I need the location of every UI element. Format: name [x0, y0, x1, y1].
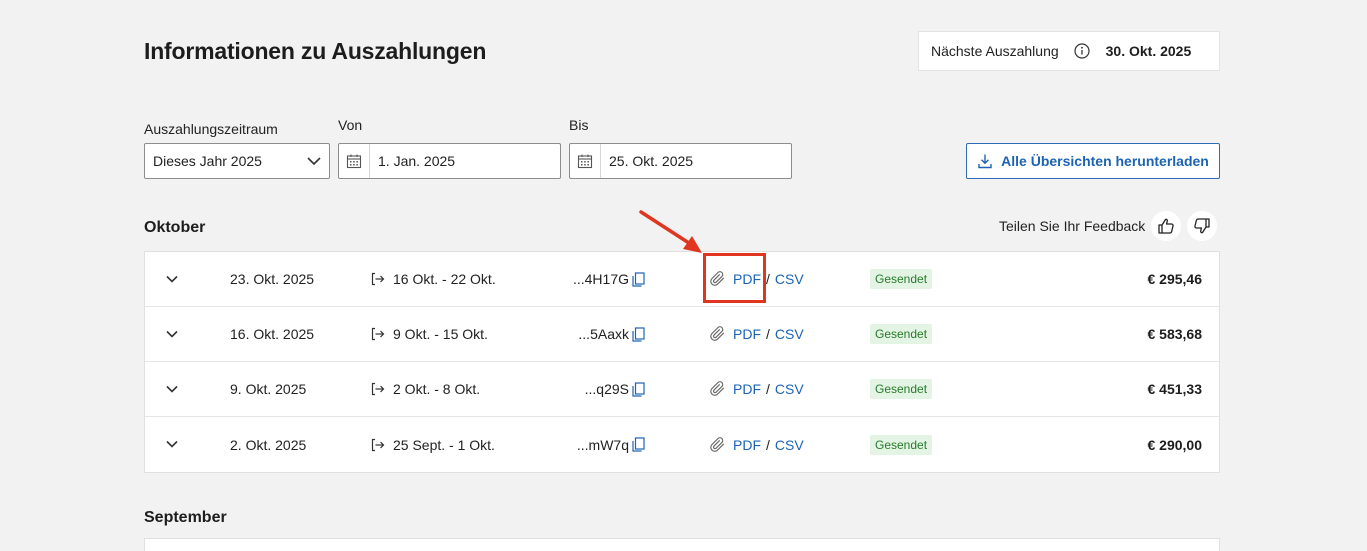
copy-icon[interactable] — [632, 437, 645, 455]
download-all-button[interactable]: Alle Übersichten herunterladen — [966, 143, 1220, 179]
payout-files: PDF / CSV — [710, 417, 804, 472]
payout-page: Informationen zu Auszahlungen Nächste Au… — [0, 0, 1367, 551]
period-arrow-icon — [371, 382, 385, 396]
payout-reference-text: ...q29S — [584, 381, 629, 397]
payout-period: 2 Okt. - 8 Okt. — [371, 362, 480, 416]
payout-reference: ...5Aaxk — [578, 307, 645, 361]
calendar-icon[interactable] — [570, 144, 601, 178]
paperclip-icon — [710, 436, 726, 453]
payout-table-oktober: 23. Okt. 2025 16 Okt. - 22 Okt. ...4H17G… — [144, 251, 1220, 473]
next-payout-label: Nächste Auszahlung — [931, 43, 1059, 59]
payout-amount: € 295,46 — [1147, 271, 1203, 287]
status-badge: Gesendet — [870, 434, 933, 455]
status-badge: Gesendet — [870, 269, 933, 289]
payout-date: 16. Okt. 2025 — [230, 326, 315, 342]
payout-period: 25 Sept. - 1 Okt. — [371, 417, 495, 472]
status-cell: Gesendet — [870, 417, 933, 472]
status-cell: Gesendet — [870, 362, 933, 416]
period-arrow-icon — [371, 438, 385, 452]
to-label: Bis — [569, 117, 589, 133]
payout-period-text: 25 Sept. - 1 Okt. — [393, 436, 495, 453]
csv-link[interactable]: CSV — [775, 381, 804, 397]
feedback-label: Teilen Sie Ihr Feedback — [999, 218, 1146, 234]
payout-files: PDF / CSV — [710, 362, 804, 416]
payout-reference-text: ...5Aaxk — [578, 326, 629, 342]
status-badge: Gesendet — [870, 324, 933, 344]
csv-link[interactable]: CSV — [775, 271, 804, 287]
payout-period-text: 16 Okt. - 22 Okt. — [393, 271, 496, 287]
table-row[interactable]: 16. Okt. 2025 9 Okt. - 15 Okt. ...5Aaxk … — [145, 307, 1219, 362]
payout-date: 23. Okt. 2025 — [230, 271, 315, 287]
status-cell: Gesendet — [870, 307, 933, 361]
payout-period-text: 9 Okt. - 15 Okt. — [393, 326, 488, 342]
csv-link[interactable]: CSV — [775, 326, 804, 342]
table-row[interactable]: 9. Okt. 2025 2 Okt. - 8 Okt. ...q29S PDF… — [145, 362, 1219, 417]
thumbs-up-icon[interactable] — [1151, 211, 1182, 241]
to-date-input[interactable]: 25. Okt. 2025 — [569, 143, 792, 179]
section-title-oktober: Oktober — [144, 219, 206, 236]
payout-date: 2. Okt. 2025 — [230, 436, 307, 453]
paperclip-icon — [710, 271, 726, 287]
copy-icon[interactable] — [632, 327, 645, 345]
download-icon — [977, 153, 993, 169]
payout-amount: € 451,33 — [1147, 381, 1203, 397]
expand-chevron-icon[interactable] — [165, 362, 179, 416]
payout-files: PDF / CSV — [710, 307, 804, 361]
payout-period: 9 Okt. - 15 Okt. — [371, 307, 488, 361]
paperclip-icon — [710, 381, 726, 397]
csv-link[interactable]: CSV — [775, 437, 804, 453]
status-badge: Gesendet — [870, 379, 933, 399]
calendar-icon[interactable] — [339, 144, 370, 178]
expand-chevron-icon[interactable] — [165, 307, 179, 361]
link-separator: / — [766, 271, 770, 287]
payout-reference-text: ...4H17G — [572, 271, 629, 287]
paperclip-icon — [710, 326, 726, 342]
table-row[interactable]: 23. Okt. 2025 16 Okt. - 22 Okt. ...4H17G… — [145, 252, 1219, 307]
period-arrow-icon — [371, 272, 385, 286]
next-payout-date: 30. Okt. 2025 — [1105, 43, 1192, 59]
pdf-link[interactable]: PDF — [733, 326, 761, 342]
link-separator: / — [766, 436, 770, 453]
link-separator: / — [766, 381, 770, 397]
from-date-input[interactable]: 1. Jan. 2025 — [338, 143, 561, 179]
section-title-september: September — [144, 509, 227, 526]
from-label: Von — [338, 117, 363, 133]
expand-chevron-icon[interactable] — [165, 417, 179, 472]
payout-amount: € 290,00 — [1147, 436, 1203, 453]
payout-table-september — [144, 538, 1220, 551]
payout-files: PDF / CSV — [710, 252, 804, 306]
payout-reference: ...q29S — [584, 362, 645, 416]
payout-reference: ...mW7q — [576, 417, 645, 472]
pdf-link[interactable]: PDF — [733, 437, 761, 453]
payout-amount: € 583,68 — [1147, 326, 1203, 342]
link-separator: / — [766, 326, 770, 342]
info-icon[interactable] — [1074, 43, 1090, 59]
feedback-bar: Teilen Sie Ihr Feedback — [999, 211, 1218, 241]
payout-reference-text: ...mW7q — [576, 436, 629, 453]
expand-chevron-icon[interactable] — [165, 252, 179, 306]
from-date-value: 1. Jan. 2025 — [378, 153, 456, 169]
chevron-down-icon — [307, 156, 321, 166]
to-date-value: 25. Okt. 2025 — [609, 153, 694, 169]
period-select[interactable]: Dieses Jahr 2025 — [144, 143, 330, 179]
period-arrow-icon — [371, 327, 385, 341]
pdf-link[interactable]: PDF — [733, 271, 761, 287]
page-title: Informationen zu Auszahlungen — [144, 38, 487, 64]
payout-reference: ...4H17G — [572, 252, 645, 306]
next-payout-card: Nächste Auszahlung 30. Okt. 2025 — [918, 31, 1220, 71]
pdf-link[interactable]: PDF — [733, 381, 761, 397]
copy-icon[interactable] — [632, 382, 645, 400]
download-all-label: Alle Übersichten herunterladen — [1001, 153, 1209, 169]
status-cell: Gesendet — [870, 252, 933, 306]
payout-period: 16 Okt. - 22 Okt. — [371, 252, 496, 306]
period-select-value: Dieses Jahr 2025 — [153, 153, 262, 169]
copy-icon[interactable] — [632, 272, 645, 290]
period-label: Auszahlungszeitraum — [144, 121, 278, 137]
table-row[interactable]: 2. Okt. 2025 25 Sept. - 1 Okt. ...mW7q P… — [145, 417, 1219, 472]
payout-date: 9. Okt. 2025 — [230, 381, 307, 397]
annotation-arrow-icon — [639, 210, 702, 253]
payout-period-text: 2 Okt. - 8 Okt. — [393, 381, 481, 397]
thumbs-down-icon[interactable] — [1187, 211, 1218, 241]
